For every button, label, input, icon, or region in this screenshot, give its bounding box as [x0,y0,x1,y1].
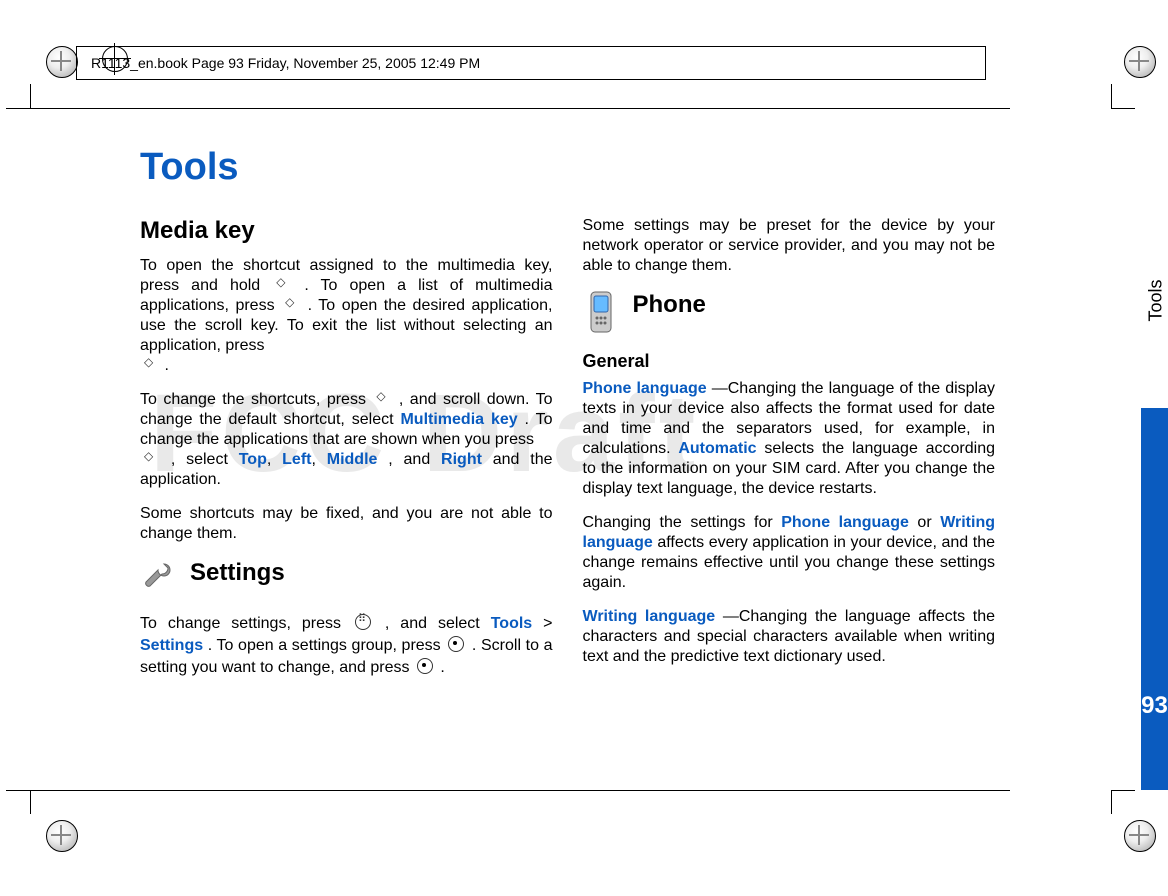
crop-mark [1111,84,1112,108]
diamond-key-icon [375,392,389,406]
diamond-key-icon [275,278,289,292]
doc-header: R1113_en.book Page 93 Friday, November 2… [76,46,986,80]
page-title: Tools [140,144,553,192]
text: . [440,659,444,676]
para: To change the shortcuts, press , and scr… [140,390,553,490]
text: , select [171,451,239,468]
rule-top [10,108,1010,109]
para: Writing language —Changing the language … [583,607,996,667]
diamond-key-icon [143,358,157,372]
scroll-key-icon [417,658,433,674]
heading-general: General [583,350,996,373]
text: Changing the settings for [583,514,782,531]
diamond-key-icon [284,298,298,312]
heading-settings: Settings [190,558,285,588]
menu-key-icon [355,614,371,630]
para: To open the shortcut assigned to the mul… [140,256,553,376]
link-writing-language: Writing language [583,608,716,625]
heading-media-key: Media key [140,216,553,246]
link-top: Top [239,451,267,468]
screw-top-left [46,46,76,76]
crop-mark [30,84,31,108]
crop-mark [1111,108,1135,109]
side-tab: Tools 93 [1141,108,1168,790]
scroll-key-icon [448,636,464,652]
rule-bottom [10,790,1010,791]
para: To change settings, press , and select T… [140,612,553,678]
wrench-icon [140,558,176,594]
text: , and [388,451,441,468]
heading-phone: Phone [633,290,706,320]
link-phone-language: Phone language [583,380,707,397]
text: , and select [385,615,491,632]
text: . To open a settings group, press [208,637,446,654]
right-column: Some settings may be preset for the devi… [583,144,996,692]
link-middle: Middle [327,451,378,468]
link-settings: Settings [140,637,203,654]
screw-bottom-right [1124,820,1154,850]
text: > [543,615,552,632]
content: Tools Media key To open the shortcut ass… [140,144,995,692]
page-number: 93 [1141,692,1168,720]
crop-mark [1111,790,1135,791]
link-automatic: Automatic [678,440,756,457]
text: To change the shortcuts, press [140,391,372,408]
doc-header-text: R1113_en.book Page 93 Friday, November 2… [91,55,480,71]
link-phone-language: Phone language [781,514,909,531]
crop-mark [30,790,31,814]
link-left: Left [282,451,311,468]
diamond-key-icon [143,452,157,466]
screw-bottom-left [46,820,76,850]
side-tab-label: Tools [1146,261,1167,341]
text: To change settings, press [140,615,352,632]
text: . [164,357,168,374]
phone-icon [583,290,619,336]
text: or [917,514,940,531]
link-multimedia-key: Multimedia key [400,411,517,428]
para: Some settings may be preset for the devi… [583,216,996,276]
para: Some shortcuts may be fixed, and you are… [140,504,553,544]
screw-top-right [1124,46,1154,76]
link-tools: Tools [491,615,532,632]
link-right: Right [441,451,482,468]
crop-mark [1111,790,1112,814]
para: Changing the settings for Phone language… [583,513,996,593]
left-column: Tools Media key To open the shortcut ass… [140,144,553,692]
para: Phone language —Changing the language of… [583,379,996,499]
